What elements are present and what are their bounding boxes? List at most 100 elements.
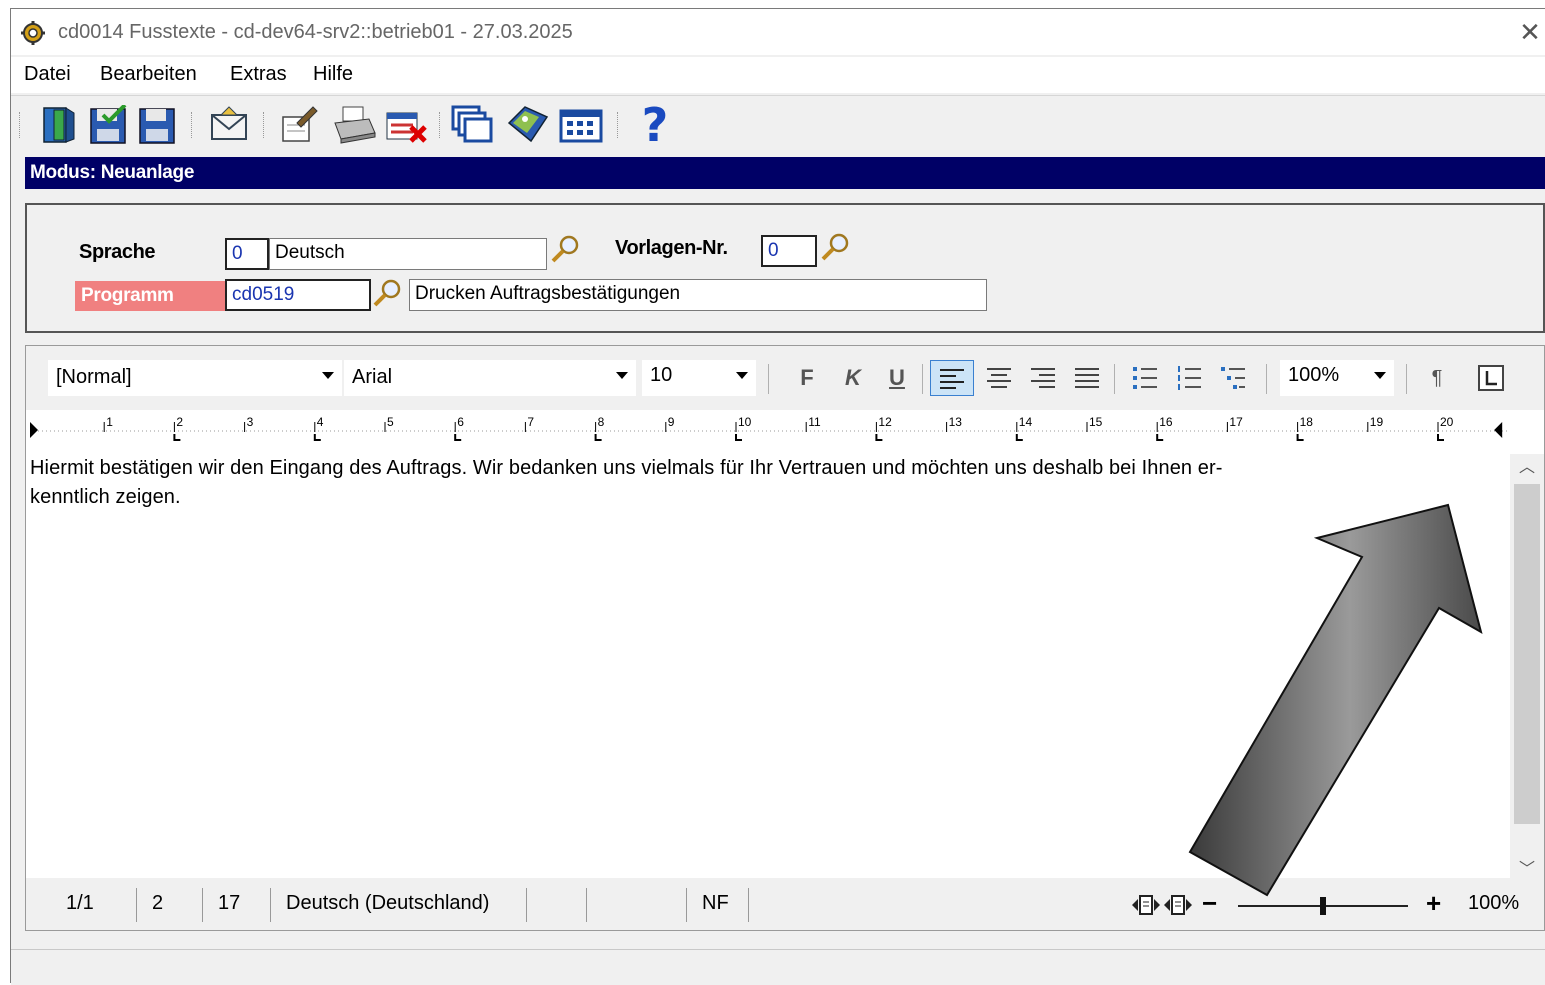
tab-stop-marker[interactable] <box>875 434 883 441</box>
style-dropdown[interactable]: [Normal] <box>48 360 342 396</box>
zoom-slider[interactable] <box>1238 897 1408 915</box>
ruler-number: 9 <box>668 415 675 429</box>
ruler-number: 17 <box>1229 415 1243 429</box>
toolbar-separator <box>1114 364 1115 394</box>
save-close-button[interactable] <box>87 102 131 148</box>
scroll-thumb[interactable] <box>1514 484 1540 824</box>
windows-button[interactable] <box>451 102 495 148</box>
save-check-icon <box>90 105 127 144</box>
toolbar-separator <box>1266 364 1267 394</box>
tab-stop-button[interactable] <box>1472 360 1510 396</box>
multilevel-list-icon <box>1221 367 1245 389</box>
toolbar-separator <box>922 364 923 394</box>
style-value: [Normal] <box>56 366 132 388</box>
tab-stop-marker[interactable] <box>1156 434 1164 441</box>
ruler-number: 8 <box>598 415 605 429</box>
tag-button[interactable] <box>507 102 551 148</box>
tab-stop-marker[interactable] <box>594 434 602 441</box>
ruler-number: 2 <box>176 415 183 429</box>
toolbar-separator <box>617 112 620 138</box>
status-language: Deutsch (Deutschland) <box>286 892 490 914</box>
status-separator <box>686 888 687 922</box>
tag-icon <box>507 106 549 143</box>
sprache-name-field[interactable]: Deutsch <box>269 238 547 270</box>
tab-stop-marker[interactable] <box>1296 434 1304 441</box>
numbered-list-button[interactable] <box>1170 360 1208 396</box>
window-status-bar <box>11 949 1545 985</box>
table-button[interactable] <box>559 102 603 148</box>
chevron-down-icon <box>736 372 748 379</box>
ruler-number: 16 <box>1159 415 1173 429</box>
ruler-number: 13 <box>949 415 963 429</box>
chevron-down-icon <box>616 372 628 379</box>
zoom-dropdown[interactable]: 100% <box>1280 360 1394 396</box>
tab-stop-marker[interactable] <box>735 434 742 441</box>
align-right-icon <box>1031 368 1055 388</box>
align-left-icon <box>940 369 964 389</box>
vorlagen-lookup-icon[interactable] <box>819 231 851 263</box>
align-justify-button[interactable] <box>1068 360 1106 396</box>
mail-button[interactable] <box>207 102 251 148</box>
help-button[interactable]: ? <box>633 98 677 152</box>
align-center-button[interactable] <box>980 360 1018 396</box>
ruler-number: 10 <box>738 415 752 429</box>
multilevel-list-button[interactable] <box>1214 360 1252 396</box>
ruler-number: 15 <box>1089 415 1103 429</box>
tab-stop-marker[interactable] <box>173 434 181 441</box>
tab-stop-marker[interactable] <box>1015 434 1023 441</box>
right-indent-marker[interactable] <box>1494 422 1503 438</box>
bold-button[interactable]: F <box>788 360 826 396</box>
menu-bearbeiten[interactable]: Bearbeiten <box>100 63 197 86</box>
vorlagen-field[interactable]: 0 <box>761 235 817 267</box>
italic-button[interactable]: K <box>834 360 872 396</box>
programm-code-field[interactable]: cd0519 <box>225 279 371 311</box>
ruler-number: 3 <box>247 415 254 429</box>
pilcrow-button[interactable]: ¶ <box>1418 360 1456 396</box>
menu-datei[interactable]: Datei <box>24 63 71 86</box>
delete-button[interactable] <box>385 102 429 148</box>
ruler[interactable]: 1 2 3 4 5 6 7 8 9 10 11 12 13 14 15 16 17 18 19 20 <box>26 412 1544 442</box>
menu-extras[interactable]: Extras <box>230 63 287 86</box>
align-justify-icon <box>1075 368 1099 388</box>
exit-button[interactable] <box>37 102 81 148</box>
toolbar-separator <box>768 364 769 394</box>
edit-note-icon <box>282 106 318 142</box>
tab-stop-marker[interactable] <box>1437 434 1444 441</box>
align-left-button[interactable] <box>930 360 974 396</box>
mode-label: Modus: Neuanlage <box>30 162 195 183</box>
programm-lookup-icon[interactable] <box>371 277 403 309</box>
bullet-list-button[interactable] <box>1126 360 1164 396</box>
save-button[interactable] <box>135 102 179 148</box>
zoom-value: 100% <box>1288 364 1340 386</box>
table-grid-icon <box>559 109 603 143</box>
underline-button[interactable]: U <box>878 360 916 396</box>
sprache-label: Sprache <box>79 241 156 263</box>
sprache-code-field[interactable]: 0 <box>225 238 269 270</box>
ruler-number: 20 <box>1440 415 1454 429</box>
align-center-icon <box>987 368 1011 388</box>
status-separator <box>586 888 587 922</box>
help-icon: ? <box>641 98 669 152</box>
scroll-up-icon[interactable]: ︿ <box>1510 454 1544 482</box>
exit-door-icon <box>43 107 75 143</box>
vertical-scrollbar[interactable]: ︿ ﹀ <box>1510 454 1544 884</box>
font-dropdown[interactable]: Arial <box>344 360 636 396</box>
numbered-list-icon <box>1178 366 1201 390</box>
sprache-lookup-icon[interactable] <box>549 233 581 265</box>
menu-hilfe[interactable]: Hilfe <box>313 63 353 86</box>
programm-name-field[interactable]: Drucken Auftragsbestätigungen <box>409 279 987 311</box>
tab-stop-marker[interactable] <box>454 434 462 441</box>
print-button[interactable] <box>333 102 377 148</box>
ruler-number: 7 <box>527 415 534 429</box>
edit-button[interactable] <box>277 102 321 148</box>
mail-icon <box>211 106 247 140</box>
tab-stop-marker[interactable] <box>313 434 321 441</box>
close-button[interactable]: ✕ <box>1515 17 1545 47</box>
size-dropdown[interactable]: 10 <box>642 360 756 396</box>
window-title: cd0014 Fusstexte - cd-dev64-srv2::betrie… <box>58 21 573 43</box>
delete-list-icon <box>386 112 427 143</box>
left-indent-marker[interactable] <box>30 422 38 438</box>
printer-icon <box>334 106 376 144</box>
align-right-button[interactable] <box>1024 360 1062 396</box>
ruler-number: 18 <box>1300 415 1314 429</box>
